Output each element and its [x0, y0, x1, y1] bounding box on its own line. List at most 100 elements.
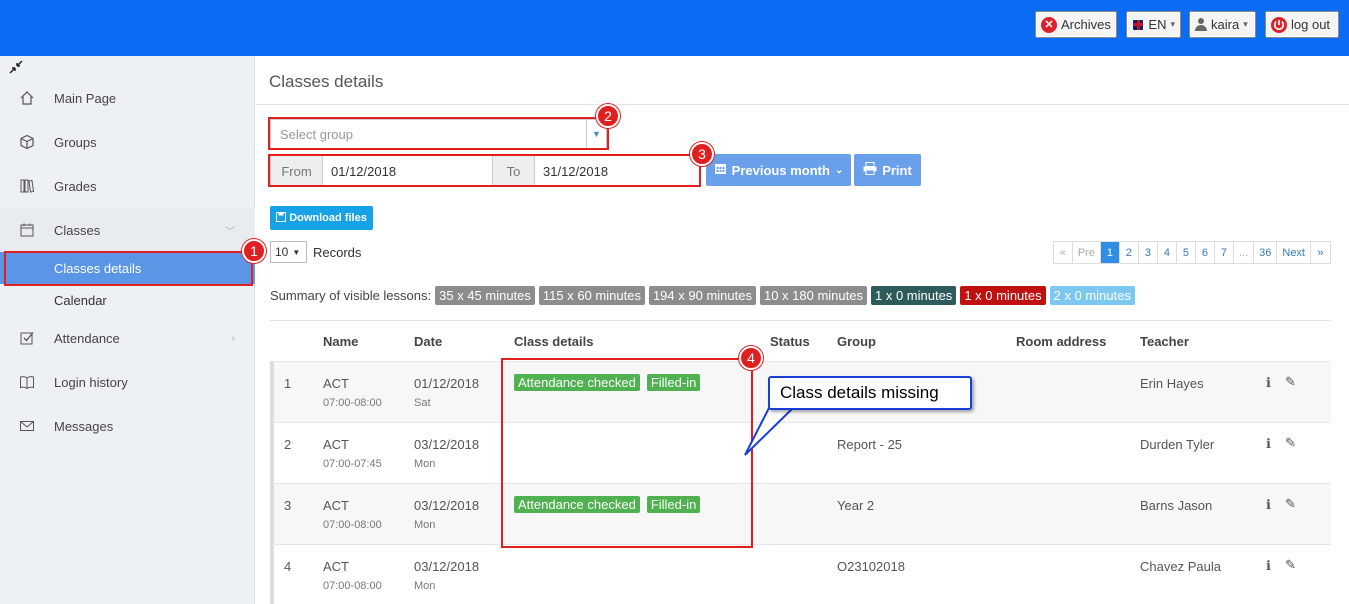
pager-page[interactable]: 1: [1100, 242, 1120, 263]
column-header-teacher[interactable]: Teacher: [1140, 334, 1189, 349]
sidebar-item-login-history[interactable]: Login history: [0, 360, 255, 404]
calendar-icon: [714, 162, 727, 178]
class-time: 07:00-08:00: [323, 397, 382, 409]
archives-label: Archives: [1061, 17, 1111, 32]
column-header-status[interactable]: Status: [770, 334, 810, 349]
class-name: ACT: [323, 376, 349, 391]
sidebar-item-main-page[interactable]: Main Page: [0, 76, 255, 120]
class-day: Sat: [414, 397, 431, 409]
download-files-label: Download files: [289, 212, 367, 224]
class-name: ACT: [323, 559, 349, 574]
table-row: 2 ACT 07:00-07:45 03/12/2018 Mon Report …: [270, 422, 1331, 483]
logout-label: log out: [1291, 17, 1331, 32]
sidebar-item-groups[interactable]: Groups: [0, 120, 255, 164]
pager-next[interactable]: Next: [1277, 242, 1311, 263]
info-icon[interactable]: ℹ: [1266, 375, 1271, 391]
annotation-box-2: [268, 117, 609, 150]
class-name: ACT: [323, 437, 349, 452]
column-header-date[interactable]: Date: [414, 334, 442, 349]
sidebar-item-messages[interactable]: Messages: [0, 404, 255, 448]
sidebar-item-label: Classes: [54, 222, 101, 238]
sidebar-item-attendance[interactable]: Attendance ›: [0, 316, 255, 360]
annotation-marker-4: 4: [739, 346, 763, 370]
class-group: Report - 25: [837, 437, 903, 452]
pencil-icon[interactable]: ✎: [1285, 557, 1296, 573]
row-number: 1: [284, 376, 292, 391]
summary-badge: 1 x 0 minutes: [960, 286, 1046, 305]
download-files-button[interactable]: Download files: [270, 206, 373, 230]
class-teacher: Chavez Paula: [1140, 559, 1221, 574]
column-header-room-address[interactable]: Room address: [1016, 334, 1106, 349]
class-date: 03/12/2018: [414, 559, 480, 574]
pager-page[interactable]: 5: [1177, 242, 1196, 263]
table-top-border: [270, 320, 1331, 321]
previous-month-button[interactable]: Previous month ⌄: [706, 154, 851, 186]
power-icon: [1271, 16, 1287, 33]
pager-page[interactable]: 2: [1120, 242, 1139, 263]
pagination: « Pre 1 2 3 4 5 6 7 ... 36 Next »: [1052, 241, 1331, 264]
archives-button[interactable]: ✕ Archives: [1035, 11, 1117, 38]
column-header-name[interactable]: Name: [323, 334, 358, 349]
class-teacher: Durden Tyler: [1140, 437, 1215, 452]
pager-first[interactable]: «: [1054, 242, 1073, 263]
summary-badge: 194 x 90 minutes: [648, 286, 756, 305]
books-icon: [18, 177, 36, 195]
summary-badge: 10 x 180 minutes: [759, 286, 867, 305]
pager-page[interactable]: 4: [1158, 242, 1177, 263]
class-day: Mon: [414, 458, 436, 470]
records-control: 10 ▼ Records: [270, 241, 361, 263]
class-time: 07:00-07:45: [323, 458, 382, 470]
sidebar: Main Page Groups Grades Classes ﹀ Classe…: [0, 56, 255, 604]
summary-badge: 1 x 0 minutes: [870, 286, 957, 305]
summary-badge: 115 x 60 minutes: [538, 286, 645, 305]
class-day: Mon: [414, 580, 436, 592]
sidebar-subitem-calendar[interactable]: Calendar: [0, 284, 255, 316]
chevron-down-icon: ▾: [1170, 19, 1175, 29]
summary-badge: 35 x 45 minutes: [435, 286, 535, 305]
column-header-class-details[interactable]: Class details: [514, 334, 594, 349]
pager-page[interactable]: 7: [1215, 242, 1234, 263]
close-circle-icon: ✕: [1041, 16, 1057, 33]
pager-ellipsis: ...: [1234, 242, 1255, 263]
username-label: kaira: [1211, 17, 1240, 32]
pencil-icon[interactable]: ✎: [1285, 496, 1296, 512]
sidebar-item-label: Main Page: [54, 90, 117, 106]
title-divider: [256, 104, 1349, 105]
lesson-summary: Summary of visible lessons: 35 x 45 minu…: [270, 286, 1135, 305]
sidebar-item-label: Messages: [54, 418, 114, 434]
pager-page[interactable]: 6: [1196, 242, 1215, 263]
table-row: 4 ACT 07:00-08:00 03/12/2018 Mon O231020…: [270, 544, 1331, 604]
sidebar-item-grades[interactable]: Grades: [0, 164, 255, 208]
print-button[interactable]: Print: [854, 154, 921, 186]
class-date: 03/12/2018: [414, 437, 480, 452]
row-number: 3: [284, 498, 292, 513]
sidebar-item-label: Grades: [54, 178, 97, 194]
pager-last[interactable]: »: [1311, 242, 1330, 263]
info-icon[interactable]: ℹ: [1266, 497, 1271, 513]
class-group: Year 2: [837, 498, 875, 513]
class-teacher: Barns Jason: [1140, 498, 1213, 513]
logout-button[interactable]: log out: [1265, 11, 1339, 38]
sidebar-item-classes[interactable]: Classes ﹀: [0, 208, 255, 252]
info-icon[interactable]: ℹ: [1266, 436, 1271, 452]
annotation-marker-3: 3: [690, 142, 714, 166]
info-icon[interactable]: ℹ: [1266, 558, 1271, 574]
home-icon: [18, 89, 36, 107]
chevron-down-icon: ﹀: [225, 226, 235, 238]
class-date: 01/12/2018: [414, 376, 480, 391]
pager-page[interactable]: 3: [1139, 242, 1158, 263]
user-dropdown[interactable]: kaira ▾: [1189, 11, 1256, 38]
column-header-group[interactable]: Group: [837, 334, 876, 349]
summary-label: Summary of visible lessons:: [270, 288, 432, 303]
top-bar: ✕ Archives EN ▾ kaira ▾ log out: [0, 0, 1349, 56]
chevron-right-icon: ›: [231, 332, 235, 344]
pager-prev[interactable]: Pre: [1073, 242, 1101, 263]
pencil-icon[interactable]: ✎: [1285, 374, 1296, 390]
records-per-page-select[interactable]: 10 ▼: [270, 241, 307, 263]
records-count: 10: [275, 245, 289, 259]
language-dropdown[interactable]: EN ▾: [1126, 11, 1181, 38]
sidebar-subitem-label: Calendar: [54, 292, 107, 308]
pencil-icon[interactable]: ✎: [1285, 435, 1296, 451]
user-icon: [1195, 18, 1207, 31]
pager-page[interactable]: 36: [1254, 242, 1278, 263]
